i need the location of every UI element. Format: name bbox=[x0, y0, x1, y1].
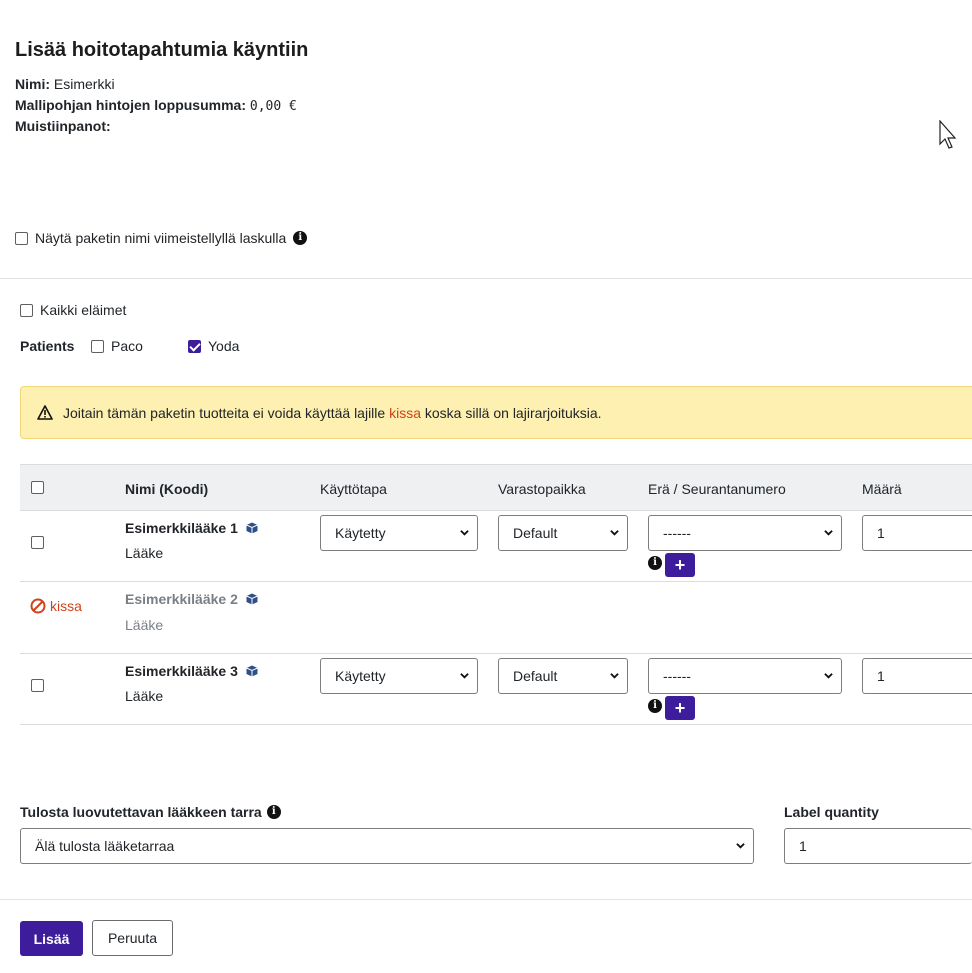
label-print-label: Tulosta luovutettavan lääkkeen tarra i bbox=[20, 804, 281, 820]
column-header-usage: Käyttötapa bbox=[320, 481, 387, 497]
blocked-species-label: kissa bbox=[50, 598, 82, 614]
chevron-down-icon bbox=[736, 843, 745, 849]
label-print-select[interactable]: Älä tulosta lääketarraa bbox=[20, 828, 754, 864]
product-name[interactable]: Esimerkkilääke 3 bbox=[125, 663, 258, 679]
page-title: Lisää hoitotapahtumia käyntiin bbox=[15, 39, 309, 61]
price-label: Mallipohjan hintojen loppusumma: bbox=[15, 97, 246, 113]
chevron-down-icon bbox=[824, 673, 833, 679]
batch-info-icon[interactable]: i bbox=[648, 699, 662, 713]
usage-select[interactable]: Käytetty bbox=[320, 658, 478, 694]
product-name-text: Esimerkkilääke 1 bbox=[125, 520, 238, 536]
row-checkbox[interactable] bbox=[31, 536, 44, 549]
column-header-quantity: Määrä bbox=[862, 481, 902, 497]
warning-text-after: koska sillä on lajirarjoituksia. bbox=[424, 404, 602, 421]
name-label: Nimi: bbox=[15, 76, 50, 92]
table-row: Esimerkkilääke 3 Lääke Käytetty Default … bbox=[20, 654, 972, 725]
label-quantity-value: 1 bbox=[799, 838, 807, 854]
notes-label: Muistiinpanot: bbox=[15, 118, 111, 134]
product-name-text: Esimerkkilääke 2 bbox=[125, 591, 238, 607]
quantity-value: 1 bbox=[877, 525, 885, 541]
table-row: Esimerkkilääke 1 Lääke Käytetty Default … bbox=[20, 511, 972, 582]
label-print-select-value: Älä tulosta lääketarraa bbox=[35, 838, 175, 854]
package-icon bbox=[246, 593, 258, 605]
batch-select-value: ------ bbox=[663, 668, 691, 684]
species-blocked-indicator: kissa bbox=[30, 598, 82, 614]
select-all-checkbox[interactable] bbox=[31, 481, 44, 494]
label-quantity-label: Label quantity bbox=[784, 804, 879, 820]
chevron-down-icon bbox=[460, 673, 469, 679]
chevron-down-icon bbox=[610, 530, 619, 536]
product-type: Lääke bbox=[125, 545, 164, 561]
column-header-batch: Erä / Seurantanumero bbox=[648, 481, 786, 497]
name-value: Esimerkki bbox=[53, 76, 115, 92]
all-animals-checkbox[interactable] bbox=[20, 303, 33, 317]
patient-yoda[interactable]: Yoda bbox=[188, 338, 239, 354]
products-table-header: Nimi (Koodi) Käyttötapa Varastopaikka Er… bbox=[20, 464, 972, 511]
label-quantity-input[interactable]: 1 bbox=[784, 828, 972, 864]
quantity-input[interactable]: 1 bbox=[862, 515, 972, 551]
chevron-down-icon bbox=[610, 673, 619, 679]
batch-select[interactable]: ------ bbox=[648, 658, 842, 694]
info-icon[interactable]: i bbox=[266, 805, 281, 819]
package-icon bbox=[246, 522, 258, 534]
all-animals-row: Kaikki eläimet bbox=[20, 302, 126, 318]
row-checkbox[interactable] bbox=[31, 679, 44, 692]
storage-select-value: Default bbox=[513, 525, 558, 541]
divider bbox=[0, 278, 972, 279]
blocked-icon bbox=[30, 598, 46, 614]
storage-select-value: Default bbox=[513, 668, 558, 684]
patient-paco-checkbox[interactable] bbox=[91, 339, 104, 353]
add-batch-button[interactable]: + bbox=[665, 553, 695, 577]
column-header-name: Nimi (Koodi) bbox=[125, 481, 209, 497]
info-icon[interactable]: i bbox=[293, 231, 308, 245]
chevron-down-icon bbox=[460, 530, 469, 536]
notes-line: Muistiinpanot: bbox=[15, 118, 111, 134]
warning-species: kissa bbox=[389, 404, 421, 421]
warning-icon bbox=[37, 405, 53, 420]
usage-select-value: Käytetty bbox=[335, 525, 386, 541]
add-button[interactable]: Lisää bbox=[20, 921, 83, 956]
product-name-text: Esimerkkilääke 3 bbox=[125, 663, 238, 679]
package-icon bbox=[246, 665, 258, 677]
price-value: 0,00 € bbox=[249, 99, 297, 114]
patients-row: Patients bbox=[20, 338, 74, 354]
batch-select-value: ------ bbox=[663, 525, 691, 541]
batch-info-icon[interactable]: i bbox=[648, 556, 662, 570]
patient-yoda-checkbox[interactable] bbox=[188, 339, 201, 353]
product-type: Lääke bbox=[125, 617, 164, 633]
patients-label: Patients bbox=[20, 338, 75, 354]
chevron-down-icon bbox=[824, 530, 833, 536]
show-package-name-row: Näytä paketin nimi viimeistellyllä lasku… bbox=[15, 230, 308, 246]
show-package-name-label: Näytä paketin nimi viimeistellyllä lasku… bbox=[35, 230, 287, 246]
batch-select[interactable]: ------ bbox=[648, 515, 842, 551]
quantity-input[interactable]: 1 bbox=[862, 658, 972, 694]
product-name[interactable]: Esimerkkilääke 1 bbox=[125, 520, 258, 536]
species-warning-alert: Joitain tämän paketin tuotteita ei voida… bbox=[20, 386, 972, 439]
storage-select[interactable]: Default bbox=[498, 658, 628, 694]
table-row: kissa Esimerkkilääke 2 Lääke bbox=[20, 582, 972, 654]
patient-paco[interactable]: Paco bbox=[91, 338, 143, 354]
product-name: Esimerkkilääke 2 bbox=[125, 591, 258, 607]
price-line: Mallipohjan hintojen loppusumma: 0,00 € bbox=[15, 97, 297, 114]
storage-select[interactable]: Default bbox=[498, 515, 628, 551]
name-line: Nimi: Esimerkki bbox=[15, 76, 115, 92]
label-print-label-text: Tulosta luovutettavan lääkkeen tarra bbox=[20, 804, 262, 820]
all-animals-label: Kaikki eläimet bbox=[40, 302, 127, 318]
show-package-name-checkbox[interactable] bbox=[15, 231, 28, 245]
usage-select-value: Käytetty bbox=[335, 668, 386, 684]
warning-text: Joitain tämän paketin tuotteita ei voida… bbox=[63, 405, 602, 421]
cancel-button[interactable]: Peruuta bbox=[92, 920, 173, 956]
usage-select[interactable]: Käytetty bbox=[320, 515, 478, 551]
warning-text-before: Joitain tämän paketin tuotteita ei voida… bbox=[63, 404, 386, 421]
quantity-value: 1 bbox=[877, 668, 885, 684]
mouse-cursor-icon bbox=[939, 120, 957, 149]
column-header-storage: Varastopaikka bbox=[498, 481, 586, 497]
add-batch-button[interactable]: + bbox=[665, 696, 695, 720]
patient-paco-label: Paco bbox=[111, 338, 143, 354]
divider bbox=[0, 899, 972, 900]
product-type: Lääke bbox=[125, 688, 164, 704]
patient-yoda-label: Yoda bbox=[208, 338, 240, 354]
